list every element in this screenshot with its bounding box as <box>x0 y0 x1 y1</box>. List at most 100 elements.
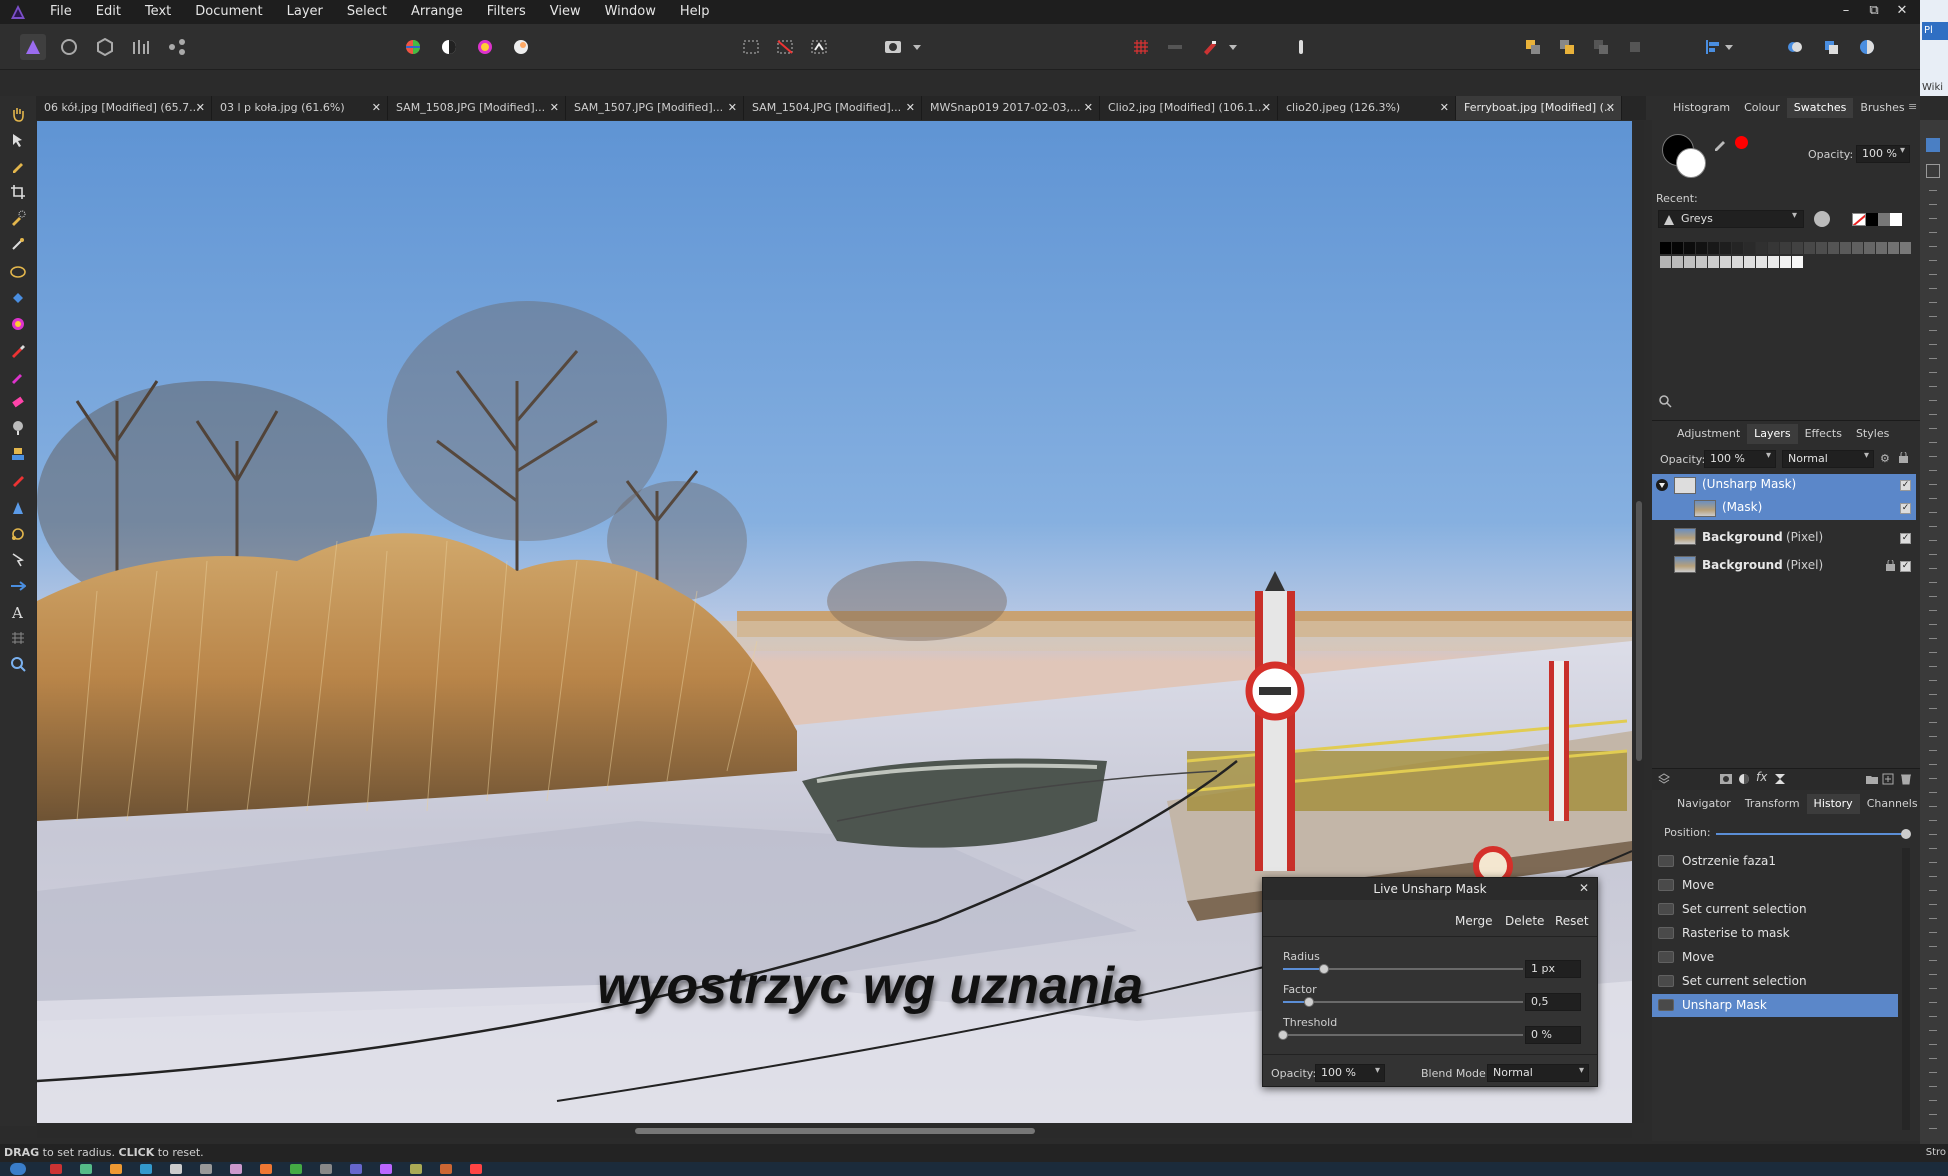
grey-swatch[interactable] <box>1768 242 1779 254</box>
group-icon[interactable] <box>1866 773 1878 788</box>
quick-mask-icon[interactable] <box>880 34 906 60</box>
recent-swatch[interactable] <box>1878 213 1890 226</box>
dodge-tool-icon[interactable] <box>6 416 30 440</box>
panel-tab-channels[interactable]: Channels <box>1860 794 1925 814</box>
fx-icon[interactable]: fx <box>1756 770 1767 784</box>
grey-swatch[interactable] <box>1744 256 1755 268</box>
accent-colour-swatch[interactable] <box>1735 136 1748 149</box>
grey-swatch[interactable] <box>1792 256 1803 268</box>
background-window-tab[interactable]: Pl <box>1922 22 1948 40</box>
grey-swatch[interactable] <box>1708 242 1719 254</box>
taskbar-app-icon[interactable] <box>110 1164 122 1174</box>
palette-options-icon[interactable] <box>1814 211 1830 227</box>
mixer-brush-icon[interactable] <box>6 364 30 388</box>
paint-brush-icon[interactable] <box>6 338 30 362</box>
move-tool-icon[interactable] <box>6 128 30 152</box>
grey-swatch[interactable] <box>1708 256 1719 268</box>
history-item[interactable]: Ostrzenie faza1 <box>1652 850 1898 873</box>
grey-swatch[interactable] <box>1852 242 1863 254</box>
liquify-persona-icon[interactable] <box>56 34 82 60</box>
taskbar-app-icon[interactable] <box>170 1164 182 1174</box>
tab-close-icon[interactable]: ✕ <box>906 96 915 120</box>
taskbar-app-icon[interactable] <box>230 1164 242 1174</box>
history-item[interactable]: Set current selection <box>1652 898 1898 921</box>
none-swatch[interactable] <box>1852 213 1866 226</box>
tab-close-icon[interactable]: ✕ <box>1262 96 1271 120</box>
selection-brush-icon[interactable] <box>6 206 30 230</box>
save-icon[interactable] <box>1926 138 1940 152</box>
page-icon[interactable] <box>1926 164 1940 178</box>
document-tab[interactable]: SAM_1504.JPG [Modified]... ✕ <box>744 96 922 120</box>
chevron-down-icon[interactable]: ▾ <box>1375 1065 1380 1076</box>
tab-close-icon[interactable]: ✕ <box>372 96 381 120</box>
threshold-field[interactable]: 0 % <box>1525 1026 1581 1044</box>
document-tab[interactable]: 06 kół.jpg [Modified] (65.7... ✕ <box>36 96 212 120</box>
factor-slider-knob[interactable] <box>1304 997 1315 1007</box>
grey-swatch[interactable] <box>1660 242 1671 254</box>
panel-tab-colour[interactable]: Colour <box>1737 98 1787 118</box>
flood-select-icon[interactable] <box>6 232 30 256</box>
grey-swatch[interactable] <box>1672 242 1683 254</box>
assistant-icon[interactable] <box>1162 34 1188 60</box>
vertical-scrollbar[interactable] <box>1634 121 1644 1123</box>
ellipse-marquee-icon[interactable] <box>6 260 30 284</box>
colour-wells[interactable] <box>1662 134 1706 178</box>
panel-tab-swatches[interactable]: Swatches <box>1786 98 1854 118</box>
picker-icon[interactable] <box>1712 136 1728 155</box>
grey-swatch[interactable] <box>1744 242 1755 254</box>
delete-button[interactable]: Delete <box>1499 910 1550 932</box>
chevron-down-icon[interactable]: ▾ <box>1766 450 1771 461</box>
panel-tab-navigator[interactable]: Navigator <box>1670 794 1738 814</box>
panel-tab-layers[interactable]: Layers <box>1747 424 1798 444</box>
taskbar-app-icon[interactable] <box>380 1164 392 1174</box>
secondary-colour-well[interactable] <box>1676 148 1706 178</box>
live-filter-icon[interactable] <box>1774 773 1786 788</box>
palette-select[interactable]: Greys <box>1658 210 1804 228</box>
panel-menu-icon[interactable]: ≡ <box>1908 100 1917 113</box>
tab-close-icon[interactable]: ✕ <box>728 96 737 120</box>
recent-swatch[interactable] <box>1866 213 1878 226</box>
chevron-down-icon[interactable]: ▾ <box>1900 145 1905 156</box>
document-tab[interactable]: SAM_1508.JPG [Modified]... ✕ <box>388 96 566 120</box>
horizontal-scroll-thumb[interactable] <box>635 1128 1035 1134</box>
radius-field[interactable]: 1 px <box>1525 960 1581 978</box>
taskbar-app-icon[interactable] <box>350 1164 362 1174</box>
layer-settings-gear-icon[interactable]: ⚙ <box>1880 452 1890 465</box>
auto-levels-icon[interactable] <box>400 34 426 60</box>
menu-help[interactable]: Help <box>668 0 722 24</box>
grey-swatch[interactable] <box>1876 242 1887 254</box>
erase-brush-icon[interactable] <box>6 390 30 414</box>
grey-swatch[interactable] <box>1696 242 1707 254</box>
grey-swatch[interactable] <box>1720 256 1731 268</box>
menu-layer[interactable]: Layer <box>275 0 335 24</box>
photo-persona-icon[interactable] <box>20 34 46 60</box>
dialog-blend-select[interactable]: Normal <box>1487 1064 1589 1082</box>
deselect-icon[interactable] <box>772 34 798 60</box>
taskbar-app-icon[interactable] <box>410 1164 422 1174</box>
grey-swatch[interactable] <box>1732 256 1743 268</box>
panel-tab-history[interactable]: History <box>1806 794 1860 814</box>
taskbar-app-icon[interactable] <box>260 1164 272 1174</box>
close-button[interactable]: ✕ <box>1888 0 1916 22</box>
layer-row[interactable]: Background (Pixel) ✓ <box>1652 553 1916 579</box>
history-item[interactable]: Move <box>1652 946 1898 969</box>
lock-icon[interactable] <box>1886 559 1895 574</box>
radius-slider-knob[interactable] <box>1318 964 1329 974</box>
layer-row[interactable]: (Unsharp Mask) ✓ <box>1652 474 1916 497</box>
history-item[interactable]: Move <box>1652 874 1898 897</box>
blur-brush-icon[interactable] <box>6 496 30 520</box>
palette-dropdown-icon[interactable]: ▾ <box>1792 210 1797 221</box>
expand-toggle-icon[interactable] <box>1656 479 1668 494</box>
grey-swatch[interactable] <box>1816 242 1827 254</box>
arrange-top-icon[interactable] <box>1622 34 1648 60</box>
view-tool-hand-icon[interactable] <box>6 102 30 126</box>
tab-close-icon[interactable]: ✕ <box>1606 96 1615 120</box>
taskbar-app-icon[interactable] <box>140 1164 152 1174</box>
align-dropdown-icon[interactable] <box>1722 34 1736 60</box>
grey-swatch[interactable] <box>1804 242 1815 254</box>
tab-close-icon[interactable]: ✕ <box>196 96 205 120</box>
auto-contrast-icon[interactable] <box>436 34 462 60</box>
combine-intersect-icon[interactable] <box>1854 34 1880 60</box>
grey-swatch[interactable] <box>1684 256 1695 268</box>
grey-swatch[interactable] <box>1672 256 1683 268</box>
